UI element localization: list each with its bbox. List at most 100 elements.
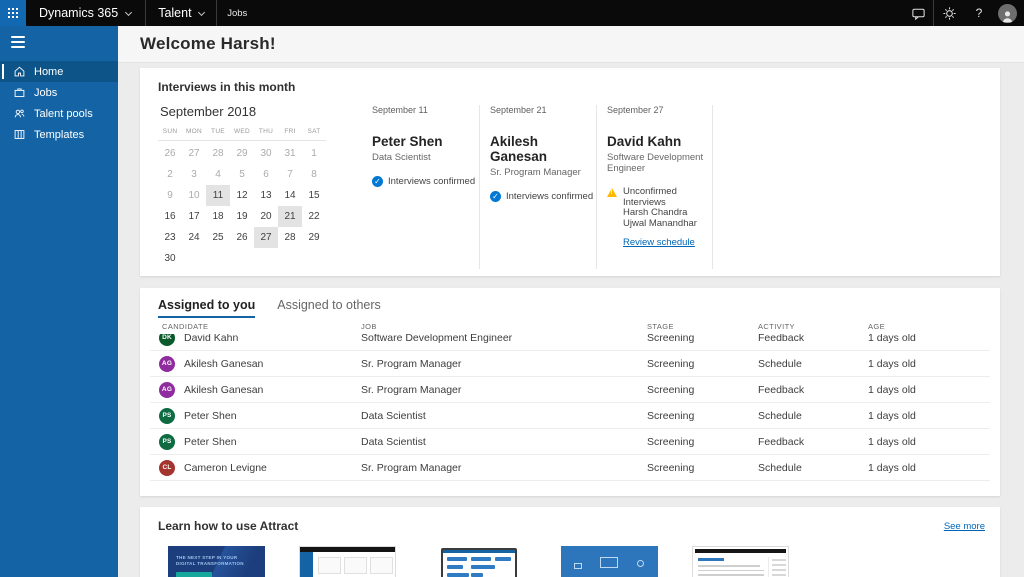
candidate-table-row[interactable]: PS Peter Shen Data Scientist Screening S…	[150, 403, 990, 429]
calendar-day[interactable]: 28	[278, 227, 302, 248]
calendar-day[interactable]: 16	[158, 206, 182, 227]
calendar-empty-cell	[302, 248, 326, 269]
sidebar-item-label: Talent pools	[34, 108, 93, 120]
calendar-day[interactable]: 22	[302, 206, 326, 227]
warning-icon	[607, 188, 617, 197]
app-launcher-button[interactable]	[0, 0, 26, 26]
calendar-day[interactable]: 9	[158, 185, 182, 206]
confirmed-check-icon	[372, 176, 383, 187]
calendar-day[interactable]: 7	[278, 164, 302, 185]
calendar-day-header: MON	[182, 128, 206, 135]
talent-pools-icon	[12, 107, 26, 121]
unconfirmed-interviews-status: Unconfirmed Interviews Harsh ChandraUjwa…	[607, 187, 712, 250]
calendar-day[interactable]: 4	[206, 164, 230, 185]
calendar-day[interactable]: 31	[278, 143, 302, 164]
calendar-day[interactable]: 30	[254, 143, 278, 164]
banner-button-shape	[176, 572, 212, 577]
account-button[interactable]	[994, 0, 1024, 26]
calendar-day[interactable]: 8	[302, 164, 326, 185]
calendar-day[interactable]: 13	[254, 185, 278, 206]
calendar-day[interactable]: 29	[230, 143, 254, 164]
calendar-day[interactable]: 5	[230, 164, 254, 185]
calendar-day[interactable]: 27	[182, 143, 206, 164]
calendar-day[interactable]: 2	[158, 164, 182, 185]
candidate-name: Akilesh Ganesan	[184, 384, 263, 396]
candidate-table-row[interactable]: CL Cameron Levigne Sr. Program Manager S…	[150, 455, 990, 481]
person-icon	[1000, 9, 1015, 23]
job-cell: Sr. Program Manager	[361, 358, 647, 370]
month-calendar: September 2018 SUNMONTUEWEDTHUFRISAT 262…	[158, 104, 348, 269]
column-header-job: JOB	[361, 322, 647, 331]
dynamics-365-menu[interactable]: Dynamics 365	[26, 0, 145, 26]
how-it-works-diagram-thumbnail[interactable]	[561, 546, 658, 577]
calendar-day[interactable]: 28	[206, 143, 230, 164]
calendar-day[interactable]: 18	[206, 206, 230, 227]
banner-text-line: DIGITAL TRANSFORMATION	[176, 561, 265, 567]
documentation-page-thumbnail[interactable]	[692, 546, 789, 577]
activity-cell: Feedback	[758, 384, 868, 396]
calendar-day[interactable]: 6	[254, 164, 278, 185]
calendar-day[interactable]: 20	[254, 206, 278, 227]
talent-app-menu[interactable]: Talent	[146, 0, 216, 26]
column-header-stage: STAGE	[647, 322, 758, 331]
job-cell: Data Scientist	[361, 436, 647, 448]
calendar-day[interactable]: 29	[302, 227, 326, 248]
calendar-day[interactable]: 26	[158, 143, 182, 164]
brand-label: Dynamics 365	[39, 6, 118, 20]
digital-transformation-banner-thumbnail[interactable]: THE NEXT STEP IN YOUR DIGITAL TRANSFORMA…	[168, 546, 265, 577]
sidebar-item-talent-pools[interactable]: Talent pools	[0, 103, 118, 124]
tab-assigned-to-others[interactable]: Assigned to others	[277, 298, 381, 318]
calendar-day[interactable]: 1	[302, 143, 326, 164]
help-button[interactable]: ?	[964, 0, 994, 26]
calendar-day[interactable]: 26	[230, 227, 254, 248]
see-more-link[interactable]: See more	[944, 521, 985, 532]
laptop-dashboard-thumbnail[interactable]	[430, 546, 527, 577]
interview-date: September 21	[490, 105, 596, 115]
calendar-day[interactable]: 27	[254, 227, 278, 248]
sidebar-item-jobs[interactable]: Jobs	[0, 82, 118, 103]
interview-candidate-job: Software Development Engineer	[607, 152, 712, 174]
calendar-day[interactable]: 10	[182, 185, 206, 206]
calendar-empty-cell	[182, 248, 206, 269]
sidebar-item-templates[interactable]: Templates	[0, 124, 118, 145]
settings-button[interactable]	[934, 0, 964, 26]
calendar-day[interactable]: 21	[278, 206, 302, 227]
calendar-day[interactable]: 14	[278, 185, 302, 206]
calendar-day[interactable]: 25	[206, 227, 230, 248]
review-schedule-link[interactable]: Review schedule	[623, 237, 695, 248]
job-cell: Sr. Program Manager	[361, 462, 647, 474]
chevron-down-icon	[125, 8, 132, 15]
stage-cell: Screening	[647, 436, 758, 448]
help-icon: ?	[976, 6, 983, 20]
calendar-day[interactable]: 24	[182, 227, 206, 248]
tab-assigned-to-you[interactable]: Assigned to you	[158, 298, 255, 318]
attract-dashboard-thumbnail[interactable]	[299, 546, 396, 577]
calendar-day[interactable]: 17	[182, 206, 206, 227]
left-nav-sidebar: Home Jobs Talent pools Templates	[0, 26, 118, 577]
candidate-avatar: AG	[159, 382, 175, 398]
calendar-day[interactable]: 12	[230, 185, 254, 206]
column-header-candidate: CANDIDATE	[150, 322, 361, 331]
calendar-day[interactable]: 15	[302, 185, 326, 206]
calendar-day-header: SAT	[302, 128, 326, 135]
candidate-table-row[interactable]: PS Peter Shen Data Scientist Screening F…	[150, 429, 990, 455]
feedback-button[interactable]	[903, 0, 933, 26]
calendar-day[interactable]: 19	[230, 206, 254, 227]
calendar-day[interactable]: 11	[206, 185, 230, 206]
calendar-day-header: WED	[230, 128, 254, 135]
calendar-day[interactable]: 3	[182, 164, 206, 185]
nav-collapse-button[interactable]	[0, 26, 40, 61]
interview-candidate-name: Akilesh Ganesan	[490, 134, 596, 164]
gear-icon	[942, 6, 957, 21]
stage-cell: Screening	[647, 358, 758, 370]
calendar-day[interactable]: 30	[158, 248, 182, 269]
calendar-empty-cell	[254, 248, 278, 269]
job-cell: Sr. Program Manager	[361, 384, 647, 396]
sidebar-item-home[interactable]: Home	[0, 61, 118, 82]
calendar-day[interactable]: 23	[158, 227, 182, 248]
confirmed-status-label: Interviews confirmed	[506, 191, 593, 202]
table-header: CANDIDATEJOBSTAGEACTIVITYAGE	[150, 318, 990, 334]
candidate-table-row[interactable]: AG Akilesh Ganesan Sr. Program Manager S…	[150, 351, 990, 377]
candidate-table-row[interactable]: AG Akilesh Ganesan Sr. Program Manager S…	[150, 377, 990, 403]
calendar-day-headers: SUNMONTUEWEDTHUFRISAT	[158, 128, 326, 141]
